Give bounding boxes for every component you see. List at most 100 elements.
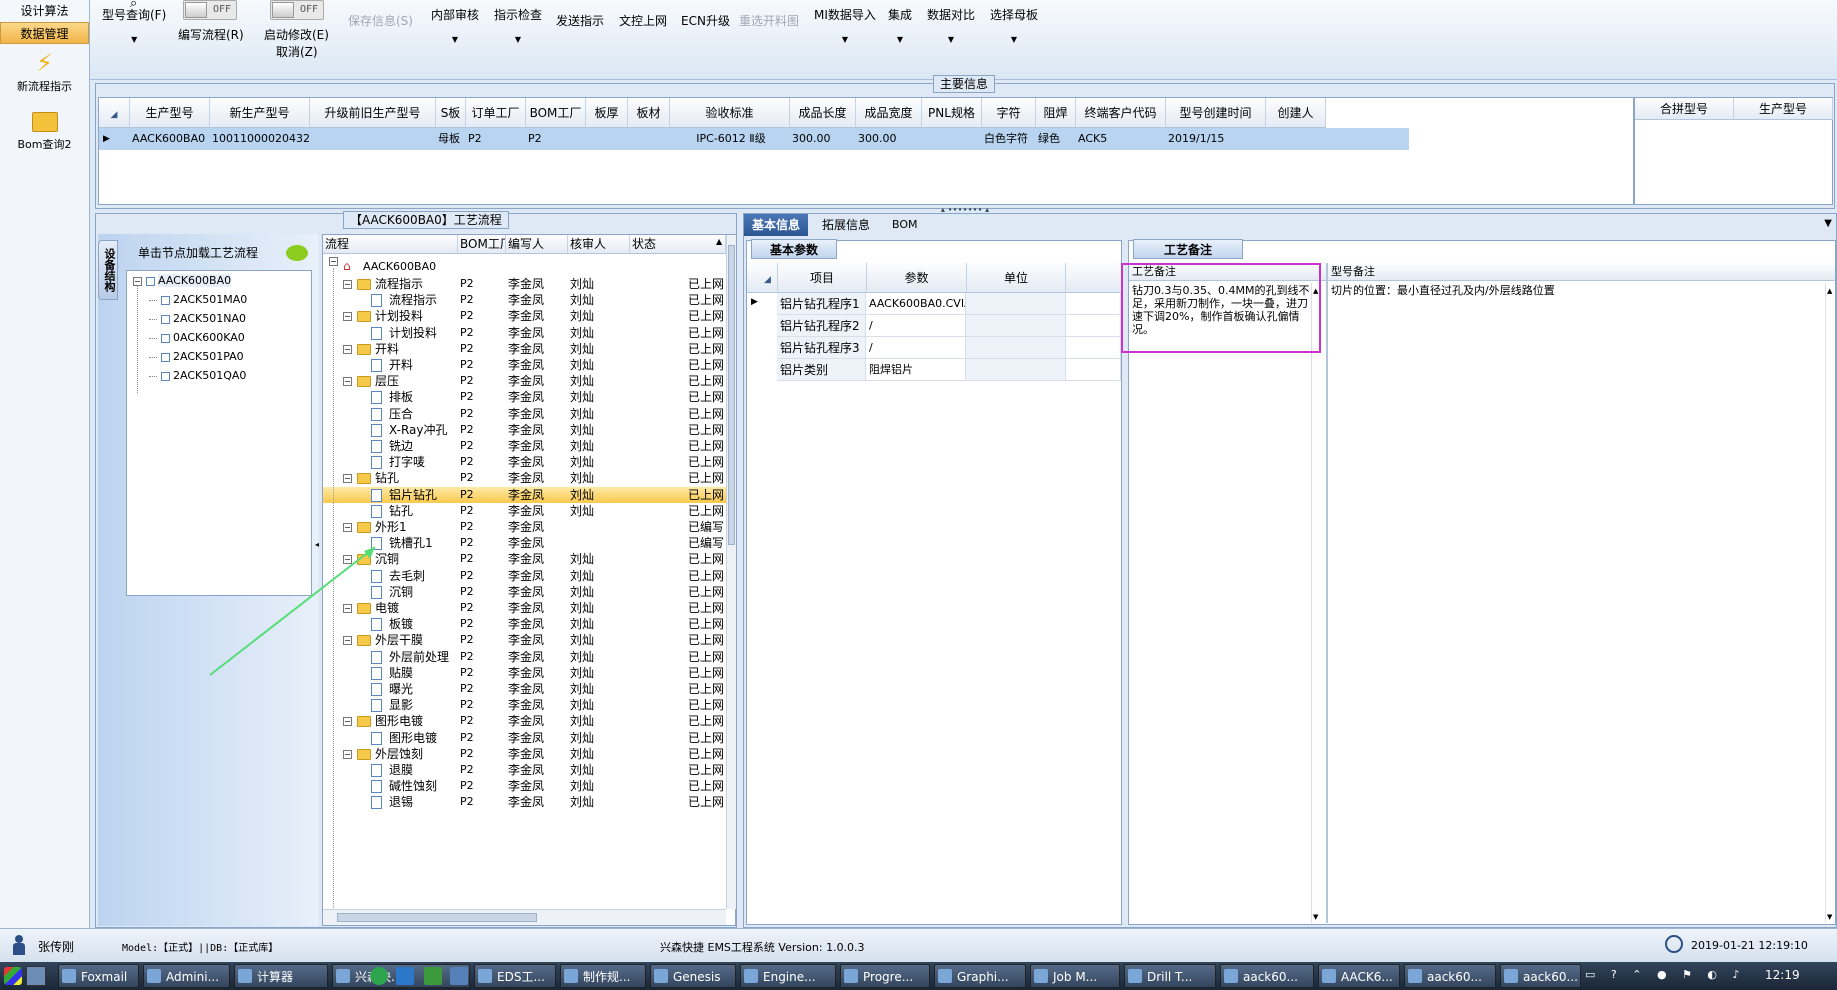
taskbar-button[interactable]: Foxmail — [58, 964, 139, 988]
taskbar-button[interactable]: aack60... — [1500, 964, 1581, 988]
tree-row[interactable]: 计划投料 P2 李金凤 刘灿 已上网 — [323, 325, 726, 341]
taskbar-button[interactable]: AACK6... — [1318, 964, 1400, 988]
remarks-scrollbar[interactable]: ▲ ▼ — [1311, 283, 1321, 923]
select-mother-board-button[interactable]: 选择母板 ▼ — [990, 6, 1038, 45]
app-icon[interactable] — [450, 967, 468, 985]
column-header[interactable]: BOM工厂 — [458, 235, 506, 254]
model-remarks-scrollbar[interactable]: ▲ ▼ — [1825, 283, 1835, 923]
column-header[interactable]: 成品长度 — [790, 98, 856, 128]
taskbar-button[interactable]: Admini... — [143, 964, 230, 988]
column-header[interactable]: 升级前旧生产型号 — [310, 98, 436, 128]
taskbar-button[interactable]: Progre... — [840, 964, 930, 988]
tree-row[interactable]: X-Ray冲孔 P2 李金凤 刘灿 已上网 — [323, 422, 726, 438]
tree-row[interactable]: 压合 P2 李金凤 刘灿 已上网 — [323, 406, 726, 422]
taskbar-button[interactable]: Engine... — [740, 964, 836, 988]
app-icon[interactable] — [424, 967, 442, 985]
taskbar-button[interactable]: aack60... — [1404, 964, 1496, 988]
tree-row[interactable]: 退膜 P2 李金凤 刘灿 已上网 — [323, 762, 726, 778]
tab-extended-info[interactable]: 拓展信息 — [814, 214, 878, 236]
column-header[interactable]: 新生产型号 — [210, 98, 310, 128]
collapse-icon[interactable]: − — [343, 717, 352, 727]
tree-row[interactable]: 退锡 P2 李金凤 刘灿 已上网 — [323, 794, 726, 810]
column-header[interactable]: S板 — [436, 98, 466, 128]
taskbar-button[interactable]: Genesis — [650, 964, 736, 988]
tree-row[interactable]: − 开料 P2 李金凤 刘灿 已上网 — [323, 341, 726, 357]
data-compare-button[interactable]: 数据对比 ▼ — [927, 6, 975, 45]
tab-process-remarks[interactable]: 工艺备注 — [1133, 239, 1244, 259]
column-header[interactable]: 板材 — [628, 98, 670, 128]
doc-control-online-button[interactable]: 文控上网 — [619, 12, 667, 29]
save-info-button[interactable]: 保存信息(S) — [348, 12, 413, 29]
show-desktop-icon[interactable] — [26, 966, 46, 986]
integration-button[interactable]: 集成 ▼ — [888, 6, 912, 45]
collapse-icon[interactable]: − — [329, 257, 338, 266]
tree-row[interactable]: 碱性蚀刻 P2 李金凤 刘灿 已上网 — [323, 778, 726, 794]
tab-device-structure[interactable]: 设备结构 — [98, 240, 118, 300]
column-header[interactable]: 板厚 — [586, 98, 628, 128]
tree-row[interactable]: − 流程指示 P2 李金凤 刘灿 已上网 — [323, 276, 726, 292]
column-header[interactable]: 流程 — [323, 235, 458, 254]
app-icon[interactable] — [396, 967, 414, 985]
start-button[interactable] — [0, 964, 26, 988]
app-icon[interactable] — [370, 967, 388, 985]
model-remarks-text[interactable]: 切片的位置：最小直径过孔及内/外层线路位置 — [1331, 284, 1811, 302]
column-header[interactable]: 成品宽度 — [856, 98, 922, 128]
collapse-icon[interactable]: − — [343, 749, 352, 759]
table-row[interactable]: 铝片钻孔程序1 AACK600BA0.CVIA — [747, 293, 1129, 315]
table-row[interactable]: 铝片钻孔程序2 / — [747, 315, 1129, 337]
table-row[interactable]: 铝片类别 阻焊铝片 — [747, 359, 1129, 381]
column-header[interactable]: PNL规格 — [922, 98, 982, 128]
tree-root[interactable]: − ⌂ AACK600BA0 — [323, 257, 726, 276]
taskbar-button[interactable]: Job M... — [1030, 964, 1120, 988]
mi-data-import-button[interactable]: MI数据导入 ▼ — [814, 6, 876, 45]
splitter-handle[interactable]: ▴ ∙∙∙∙∙∙∙ ▴ — [930, 205, 1000, 214]
taskbar-button[interactable]: 计算器 — [234, 964, 328, 988]
tree-row[interactable]: − 图形电镀 P2 李金凤 刘灿 已上网 — [323, 713, 726, 729]
system-tray[interactable]: ▭ ? ⌃ ● ⚑ ◐ ♪ — [1585, 968, 1750, 984]
tree-row[interactable]: − 外层蚀刻 P2 李金凤 刘灿 已上网 — [323, 746, 726, 762]
taskbar-button[interactable]: Drill T... — [1124, 964, 1216, 988]
taskbar-button[interactable]: Graphi... — [934, 964, 1026, 988]
ecn-upgrade-button[interactable]: ECN升级 — [681, 12, 730, 29]
reselect-cut-chart-button[interactable]: 重选开料图 — [739, 12, 799, 29]
column-header[interactable]: 编写人 — [506, 235, 568, 254]
tree-row[interactable]: − 层压 P2 李金凤 刘灿 已上网 — [323, 373, 726, 389]
tree-node[interactable]: 2ACK501MA0 — [149, 290, 247, 309]
tab-basic-info[interactable]: 基本信息 — [744, 214, 809, 236]
tree-row[interactable]: 排板 P2 李金凤 刘灿 已上网 — [323, 389, 726, 405]
instruction-check-button[interactable]: 指示检查 ▼ — [494, 6, 542, 45]
tree-row[interactable]: 铝片钻孔 P2 李金凤 刘灿 已上网 — [323, 486, 726, 503]
sidebar-item-new-flow[interactable]: ⚡ 新流程指示 — [0, 48, 89, 94]
taskbar-button[interactable]: aack60... — [1220, 964, 1314, 988]
tree-row[interactable]: 钻孔 P2 李金凤 刘灿 已上网 — [323, 503, 726, 519]
tree-root[interactable]: − AACK600BA0 — [133, 271, 232, 290]
horizontal-scrollbar[interactable] — [323, 909, 726, 925]
tree-row[interactable]: 图形电镀 P2 李金凤 刘灿 已上网 — [323, 730, 726, 746]
cancel-button[interactable]: 取消(Z) — [276, 43, 318, 60]
column-header[interactable]: 状态 — [630, 235, 726, 254]
start-edit-toggle[interactable]: OFF — [270, 0, 324, 20]
column-header[interactable]: 字符 — [982, 98, 1036, 128]
collapse-icon[interactable]: − — [343, 377, 352, 387]
tab-basic-params[interactable]: 基本参数 — [751, 239, 838, 259]
tree-row[interactable]: − 计划投料 P2 李金凤 刘灿 已上网 — [323, 308, 726, 324]
chevron-down-icon[interactable]: ▼ — [1824, 218, 1832, 229]
tree-row[interactable]: − 钻孔 P2 李金凤 刘灿 已上网 — [323, 470, 726, 486]
column-header[interactable]: 订单工厂 — [466, 98, 526, 128]
write-flow-toggle[interactable]: OFF — [183, 0, 237, 20]
taskbar-button[interactable]: 制作规... — [560, 964, 646, 988]
collapse-icon[interactable]: − — [343, 280, 352, 289]
tree-row[interactable]: 铣边 P2 李金凤 刘灿 已上网 — [323, 438, 726, 454]
tree-node[interactable]: 2ACK501PA0 — [149, 347, 244, 366]
column-header[interactable]: 阻焊 — [1036, 98, 1076, 128]
column-header[interactable]: 终端客户代码 — [1076, 98, 1166, 128]
tab-bom[interactable]: BOM — [884, 214, 926, 236]
scroll-up-icon[interactable]: ▲ — [716, 237, 722, 246]
internal-review-button[interactable]: 内部审核 ▼ — [431, 6, 479, 45]
send-instruction-button[interactable]: 发送指示 — [556, 12, 604, 29]
sidebar-item-bom-query[interactable]: Bom查询2 — [0, 106, 89, 152]
vertical-scrollbar[interactable] — [726, 235, 736, 909]
column-header[interactable]: 创建人 — [1266, 98, 1326, 128]
model-query-button[interactable]: ⌕ 型号查询(F) ▼ — [102, 0, 166, 45]
collapse-icon[interactable]: − — [343, 344, 352, 354]
